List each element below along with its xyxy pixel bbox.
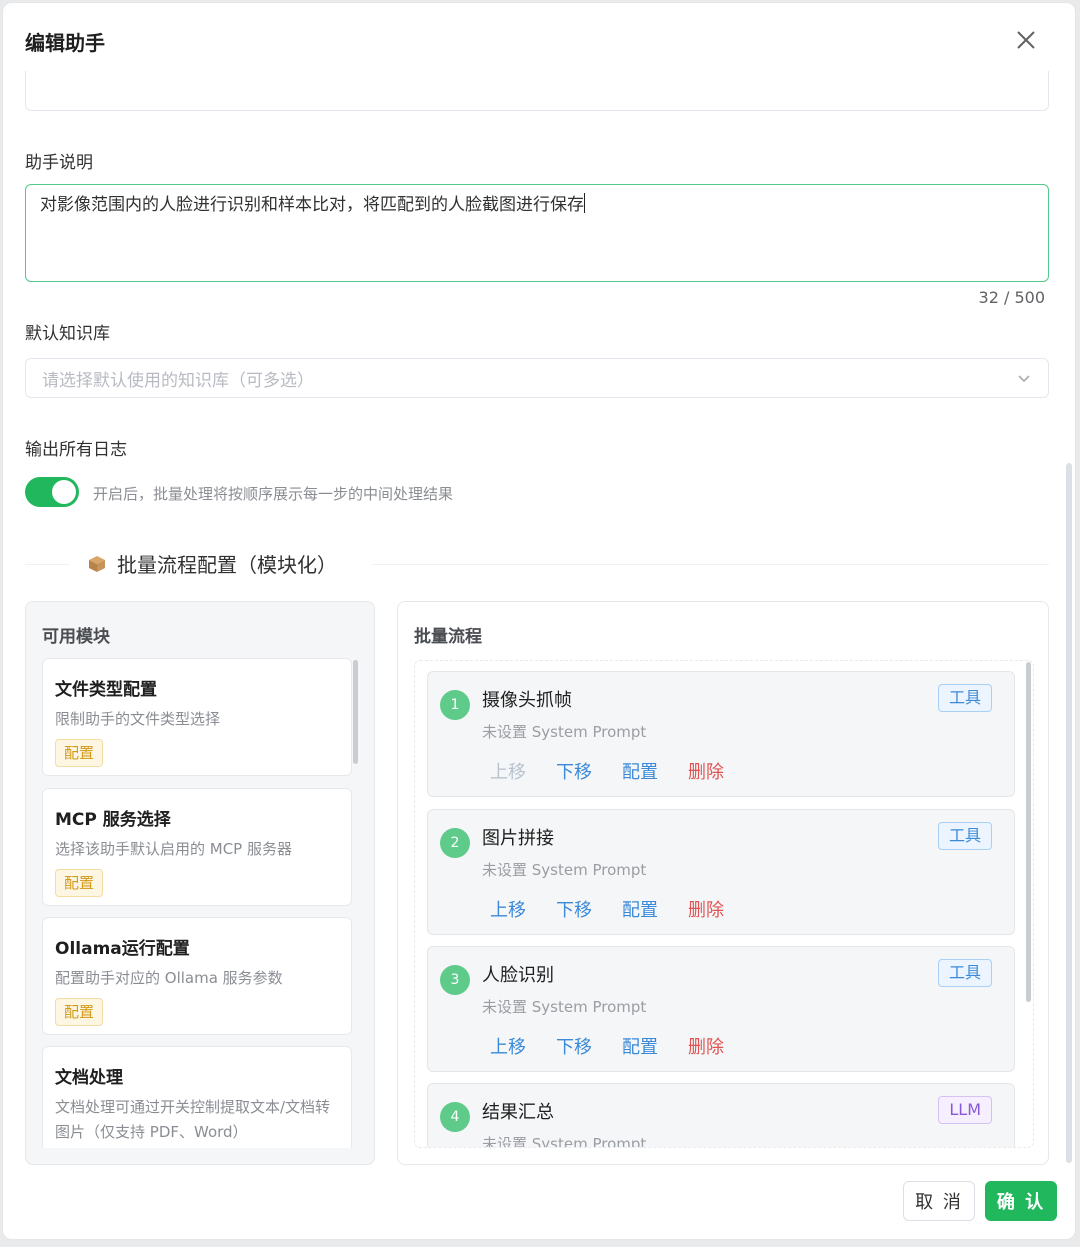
log-desc: 开启后，批量处理将按顺序展示每一步的中间处理结果	[93, 485, 454, 503]
config-button[interactable]: 配置	[622, 758, 658, 784]
step-prompt: 未设置 System Prompt	[482, 1135, 647, 1148]
move-down-button[interactable]: 下移	[556, 896, 592, 922]
chevron-down-icon	[1018, 375, 1030, 383]
step-number: 4	[440, 1102, 470, 1132]
divider-left	[25, 564, 69, 565]
package-icon	[89, 555, 105, 572]
move-up-button[interactable]: 上移	[490, 1033, 526, 1059]
module-file-type[interactable]: 文件类型配置 限制助手的文件类型选择 配置	[42, 658, 352, 776]
delete-button[interactable]: 删除	[688, 758, 724, 784]
dialog-scrollbar[interactable]	[1066, 463, 1072, 1163]
step-number: 2	[440, 828, 470, 858]
step-name: 摄像头抓帧	[482, 690, 572, 711]
module-desc: 限制助手的文件类型选择	[55, 710, 221, 728]
available-modules-panel: 可用模块 文件类型配置 限制助手的文件类型选择 配置 MCP 服务选择 选择该助…	[25, 601, 375, 1165]
module-name: 文档处理	[55, 1068, 123, 1088]
flow-scrollbar[interactable]	[1026, 662, 1031, 1002]
close-button[interactable]	[1015, 29, 1037, 51]
kb-select[interactable]: 请选择默认使用的知识库（可多选）	[25, 358, 1049, 398]
module-name: Ollama运行配置	[55, 939, 190, 959]
modules-title: 可用模块	[42, 627, 110, 647]
module-ollama-config[interactable]: Ollama运行配置 配置助手对应的 Ollama 服务参数 配置	[42, 917, 352, 1035]
step-number: 1	[440, 690, 470, 720]
batch-flow-panel: 批量流程 1 摄像头抓帧 未设置 System Prompt 工具 上移 下移 …	[397, 601, 1049, 1165]
config-button[interactable]: 配置	[622, 896, 658, 922]
step-actions: 上移 下移 配置 删除	[490, 896, 724, 922]
flow-step-2: 2 图片拼接 未设置 System Prompt 工具 上移 下移 配置 删除	[427, 809, 1015, 935]
dialog-title: 编辑助手	[25, 31, 105, 55]
flow-step-3: 3 人脸识别 未设置 System Prompt 工具 上移 下移 配置 删除	[427, 946, 1015, 1072]
move-down-button[interactable]: 下移	[556, 758, 592, 784]
confirm-button[interactable]: 确 认	[985, 1181, 1057, 1221]
move-up-button: 上移	[490, 762, 526, 783]
step-name: 人脸识别	[482, 965, 554, 986]
flow-steps-list: 1 摄像头抓帧 未设置 System Prompt 工具 上移 下移 配置 删除…	[414, 660, 1034, 1148]
modules-list: 文件类型配置 限制助手的文件类型选择 配置 MCP 服务选择 选择该助手默认启用…	[42, 658, 360, 1148]
section-title-text: 批量流程配置（模块化）	[117, 553, 337, 577]
divider-right	[373, 564, 1049, 565]
step-name: 图片拼接	[482, 828, 554, 849]
config-button[interactable]: 配置	[622, 1033, 658, 1059]
close-icon	[1017, 31, 1035, 49]
module-tag: 配置	[55, 739, 104, 767]
step-name: 结果汇总	[482, 1102, 554, 1123]
step-type-tag: 工具	[937, 959, 992, 987]
edit-assistant-dialog: 编辑助手 助手说明 对影像范围内的人脸进行识别和样本比对，将匹配到的人脸截图进行…	[2, 2, 1076, 1240]
step-prompt: 未设置 System Prompt	[482, 998, 647, 1016]
module-name: MCP 服务选择	[55, 810, 171, 830]
module-name: 文件类型配置	[55, 680, 157, 700]
module-desc: 文档处理可通过开关控制提取文本/文档转图片（仅支持 PDF、Word）	[55, 1098, 331, 1141]
step-prompt: 未设置 System Prompt	[482, 723, 647, 741]
module-tag: 配置	[55, 998, 104, 1026]
step-actions: 上移 下移 配置 删除	[490, 1033, 724, 1059]
step-number: 3	[440, 965, 470, 995]
move-down-button[interactable]: 下移	[556, 1033, 592, 1059]
step-actions: 上移 下移 配置 删除	[490, 758, 724, 784]
module-mcp-service[interactable]: MCP 服务选择 选择该助手默认启用的 MCP 服务器 配置	[42, 788, 352, 906]
step-type-tag: LLM	[938, 1096, 992, 1124]
step-type-tag: 工具	[937, 684, 992, 712]
module-doc-processing[interactable]: 文档处理 文档处理可通过开关控制提取文本/文档转图片（仅支持 PDF、Word）	[42, 1046, 352, 1148]
description-text: 对影像范围内的人脸进行识别和样本比对，将匹配到的人脸截图进行保存	[40, 195, 584, 215]
cancel-button[interactable]: 取 消	[903, 1181, 975, 1221]
module-tag: 配置	[55, 869, 104, 897]
modules-scrollbar[interactable]	[353, 660, 358, 764]
toggle-knob	[52, 480, 76, 504]
kb-label: 默认知识库	[25, 324, 110, 344]
delete-button[interactable]: 删除	[688, 896, 724, 922]
description-textarea[interactable]: 对影像范围内的人脸进行识别和样本比对，将匹配到的人脸截图进行保存	[25, 184, 1049, 282]
text-caret	[584, 193, 585, 213]
move-up-button[interactable]: 上移	[490, 896, 526, 922]
module-desc: 配置助手对应的 Ollama 服务参数	[55, 969, 283, 987]
flow-step-4: 4 结果汇总 未设置 System Prompt LLM	[427, 1083, 1015, 1148]
delete-button[interactable]: 删除	[688, 1033, 724, 1059]
char-counter: 32 / 500	[978, 288, 1045, 307]
description-label: 助手说明	[25, 153, 93, 173]
flow-step-1: 1 摄像头抓帧 未设置 System Prompt 工具 上移 下移 配置 删除	[427, 671, 1015, 797]
kb-placeholder: 请选择默认使用的知识库（可多选）	[42, 370, 314, 391]
step-prompt: 未设置 System Prompt	[482, 861, 647, 879]
log-label: 输出所有日志	[25, 440, 127, 460]
section-title: 批量流程配置（模块化）	[87, 549, 337, 578]
log-toggle[interactable]	[25, 477, 79, 507]
flow-title: 批量流程	[414, 627, 482, 647]
module-desc: 选择该助手默认启用的 MCP 服务器	[55, 840, 292, 858]
dialog-header: 编辑助手	[3, 3, 1075, 71]
step-type-tag: 工具	[937, 822, 992, 850]
